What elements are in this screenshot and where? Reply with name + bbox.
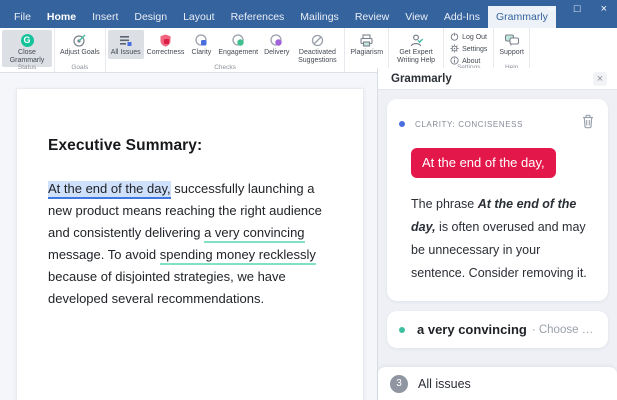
target-icon: [72, 32, 87, 48]
menu-item-addins[interactable]: Add-Ins: [436, 6, 488, 28]
ribbon-group-checks-label: Checks: [214, 64, 236, 71]
menubar: File Home Insert Design Layout Reference…: [6, 6, 556, 28]
log-out-label: Log Out: [462, 34, 487, 41]
menu-item-layout[interactable]: Layout: [175, 6, 223, 28]
document-area: Executive Summary: At the end of the day…: [0, 73, 377, 400]
window-controls: – □ ×: [548, 2, 607, 16]
delivery-button[interactable]: Delivery: [261, 30, 292, 59]
doc-line-1: At the end of the day, successfully laun…: [48, 178, 333, 200]
doc-line-6: developed several recommendations.: [48, 291, 265, 306]
menu-item-references[interactable]: References: [223, 6, 293, 28]
get-expert-writing-help-button[interactable]: Get Expert Writing Help: [391, 30, 441, 67]
ribbon: G Close Grammarly Status Adjust Goals Go…: [0, 28, 617, 73]
doc-line-5: because of disjointed strategies, we hav…: [48, 269, 286, 284]
circle-purple-icon: [269, 32, 284, 48]
plagiarism-label: Plagiarism: [350, 49, 384, 56]
suggestion-explanation: The phrase At the end of the day, is oft…: [411, 197, 587, 280]
suggestion-card: CLARITY: CONCISENESS At the end of the d…: [387, 99, 608, 301]
power-icon: [450, 32, 459, 43]
document-heading: Executive Summary:: [48, 137, 203, 154]
suggestion-category: CLARITY: CONCISENESS: [415, 119, 524, 129]
next-suggestion-card[interactable]: a very convincing · Choose a diff...: [387, 311, 608, 348]
doc-line-3: and consistently delivering a very convi…: [48, 222, 333, 244]
menu-item-mailings[interactable]: Mailings: [292, 6, 347, 28]
ribbon-group-settings: Log Out Settings About Settings: [444, 28, 495, 72]
ribbon-group-goals-label: Goals: [71, 64, 89, 71]
issue-count-badge: 3: [390, 374, 408, 393]
highlighted-phrase[interactable]: At the end of the day,: [48, 181, 171, 199]
person-check-icon: [409, 32, 424, 48]
menu-item-file[interactable]: File: [6, 6, 39, 28]
close-grammarly-button[interactable]: G Close Grammarly: [2, 30, 52, 68]
ribbon-group-plagiarism: Plagiarism: [345, 28, 390, 72]
all-issues-label: All issues: [418, 376, 471, 391]
grammarly-panel: Grammarly × CLARITY: CONCISENESS At the …: [377, 68, 617, 400]
engagement-button[interactable]: Engagement: [215, 30, 261, 59]
minimize-button[interactable]: –: [548, 2, 554, 16]
support-label: Support: [499, 49, 524, 56]
log-out-button[interactable]: Log Out: [450, 32, 487, 43]
ribbon-group-checks: All Issues Correctness Clarity Engagemen…: [106, 28, 346, 72]
close-grammarly-label: Close Grammarly: [9, 49, 45, 65]
menu-item-review[interactable]: Review: [347, 6, 397, 28]
grammarly-panel-body: CLARITY: CONCISENESS At the end of the d…: [378, 90, 617, 366]
deactivated-suggestions-label: Deactivated Suggestions: [298, 49, 337, 65]
doc-line-2: new product means reaching the right aud…: [48, 203, 322, 218]
clarity-button[interactable]: Clarity: [187, 30, 215, 59]
grammarly-logo-icon: G: [20, 32, 34, 48]
circle-blue-icon: [194, 32, 209, 48]
all-issues-bar[interactable]: 3 All issues: [378, 366, 617, 400]
shield-icon: [158, 32, 173, 48]
panel-close-button[interactable]: ×: [593, 71, 607, 86]
grammarly-panel-title: Grammarly: [391, 72, 452, 85]
settings-button[interactable]: Settings: [450, 44, 487, 55]
ribbon-group-expert: Get Expert Writing Help: [389, 28, 445, 72]
settings-label: Settings: [462, 46, 488, 53]
next-suggestion-hint: · Choose a diff...: [531, 323, 596, 336]
engagement-dot-icon: [399, 326, 405, 333]
menu-item-home[interactable]: Home: [39, 6, 84, 28]
all-issues-label: All Issues: [110, 49, 141, 56]
crossed-circle-icon: [310, 32, 325, 48]
close-button[interactable]: ×: [601, 2, 607, 16]
clarity-label: Clarity: [191, 49, 212, 56]
document-paragraph: At the end of the day, successfully laun…: [48, 178, 333, 310]
list-icon: [118, 32, 133, 48]
grammarly-panel-header: Grammarly ×: [378, 68, 617, 90]
all-issues-button[interactable]: All Issues: [107, 30, 144, 60]
menu-item-view[interactable]: View: [397, 6, 436, 28]
correctness-label: Correctness: [146, 49, 185, 56]
ribbon-group-status-label: Status: [17, 64, 37, 71]
circle-green-icon: [231, 32, 246, 48]
gear-icon: [450, 44, 459, 55]
adjust-goals-label: Adjust Goals: [60, 49, 100, 56]
clarity-dot-icon: [399, 121, 405, 127]
doc-line-4: message. To avoid spending money reckles…: [48, 244, 333, 266]
support-button[interactable]: Support: [496, 30, 527, 59]
underlined-phrase-recklessly[interactable]: spending money recklessly: [159, 247, 316, 265]
underlined-phrase-convincing[interactable]: a very convincing: [204, 225, 305, 243]
remove-phrase-button[interactable]: At the end of the day,: [411, 148, 556, 178]
deactivated-suggestions-button[interactable]: Deactivated Suggestions: [292, 30, 342, 67]
delivery-label: Delivery: [264, 49, 290, 56]
printer-icon: [359, 32, 374, 48]
correctness-button[interactable]: Correctness: [144, 30, 188, 59]
ribbon-group-help: Support Help: [494, 28, 530, 72]
plagiarism-button[interactable]: Plagiarism: [347, 30, 386, 59]
get-expert-writing-help-label: Get Expert Writing Help: [397, 49, 436, 65]
ribbon-group-status: G Close Grammarly Status: [0, 28, 55, 72]
menu-item-insert[interactable]: Insert: [84, 6, 126, 28]
maximize-button[interactable]: □: [574, 2, 581, 16]
engagement-label: Engagement: [218, 49, 259, 56]
menu-item-design[interactable]: Design: [126, 6, 175, 28]
chat-bubbles-icon: [504, 32, 520, 48]
document-page[interactable]: Executive Summary: At the end of the day…: [16, 88, 364, 400]
adjust-goals-button[interactable]: Adjust Goals: [57, 30, 103, 59]
ribbon-group-goals: Adjust Goals Goals: [55, 28, 106, 72]
next-suggestion-phrase: a very convincing: [417, 322, 527, 337]
trash-icon[interactable]: [580, 113, 596, 135]
window-titlebar: File Home Insert Design Layout Reference…: [0, 0, 617, 28]
menu-item-grammarly-active-tab[interactable]: Grammarly: [488, 6, 556, 28]
